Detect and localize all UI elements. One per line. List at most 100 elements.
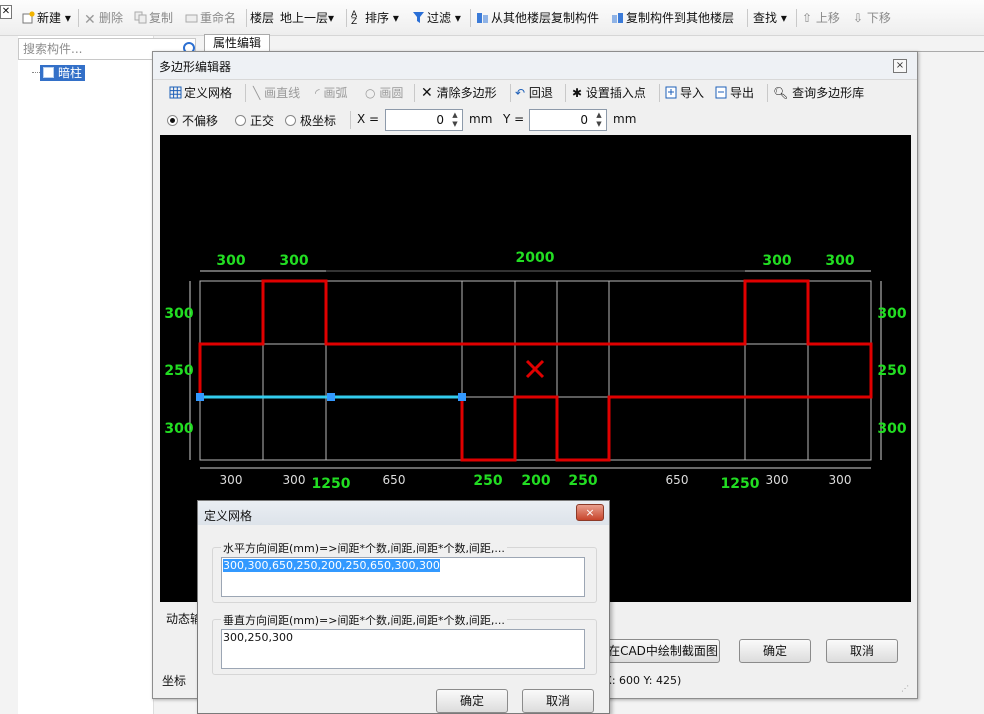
separator xyxy=(659,84,660,102)
vertex-handle[interactable] xyxy=(196,393,204,401)
spinner-arrows-icon[interactable]: ▲ ▼ xyxy=(450,111,460,129)
dim-right-3: 300 xyxy=(877,421,906,437)
horizontal-spacing-input[interactable]: 300,300,650,250,200,250,650,300,300 xyxy=(221,557,585,597)
copy-button[interactable]: 复制 xyxy=(134,9,173,27)
resize-grip-icon[interactable]: ⋰ xyxy=(901,684,911,694)
radio-polar[interactable]: 极坐标 xyxy=(285,112,336,129)
dim-left-3: 300 xyxy=(164,421,193,437)
dim-left-1: 300 xyxy=(164,306,193,322)
editor-cancel-button[interactable]: 取消 xyxy=(826,639,898,663)
rename-button[interactable]: 重命名 xyxy=(185,9,236,27)
vertex-handle[interactable] xyxy=(327,393,335,401)
x-label: X = xyxy=(357,112,380,126)
y-input[interactable]: 0 ▲ ▼ xyxy=(529,109,607,131)
copy-icon xyxy=(134,11,147,24)
dim-left-2: 250 xyxy=(164,363,193,379)
separator xyxy=(246,9,247,27)
sort-icon: AZ xyxy=(351,10,358,27)
floor-select[interactable]: 地上一层▾ xyxy=(280,9,342,27)
dim-bottom-big-2: 250 xyxy=(473,473,502,489)
define-grid-button[interactable]: 定义网格 xyxy=(169,84,232,101)
new-icon xyxy=(22,11,35,24)
tree-item-anzhu[interactable]: 暗柱 xyxy=(40,65,86,81)
dialog-ok-button[interactable]: 确定 xyxy=(436,689,508,713)
dim-top-5: 300 xyxy=(825,253,854,269)
separator xyxy=(747,9,748,27)
grid-label-6: 300 xyxy=(829,473,852,487)
separator xyxy=(767,84,768,102)
query-polygon-library-button[interactable]: 🔍︎ 查询多边形库 xyxy=(773,84,864,101)
filter-button[interactable]: 过滤 ▾ xyxy=(412,9,461,27)
separator xyxy=(796,9,797,27)
delete-button[interactable]: ✕ 删除 xyxy=(84,9,123,27)
dim-top-2: 300 xyxy=(279,253,308,269)
dim-bottom-big-1: 1250 xyxy=(312,476,351,492)
magnifier-icon: 🔍︎ xyxy=(773,86,789,100)
x-unit: mm xyxy=(469,112,493,126)
options-row: 不偏移 正交 极坐标 X = 0 ▲ ▼ mm Y = 0 ▲ ▼ mm xyxy=(159,107,911,133)
clear-polygon-button[interactable]: ✕ 清除多边形 xyxy=(421,84,497,101)
separator xyxy=(78,9,79,27)
undo-button[interactable]: ↶ 回退 xyxy=(515,84,553,101)
sort-button[interactable]: A Z 排序 ▾ xyxy=(351,9,399,27)
tab-property-edit[interactable]: 属性编辑 xyxy=(204,34,270,52)
y-label: Y = xyxy=(503,112,525,126)
x-input[interactable]: 0 ▲ ▼ xyxy=(385,109,463,131)
main-toolbar: ✕ 新建 ▾ ✕ 删除 复制 重命名 楼层 地上一层▾ A Z 排序 ▾ 过滤 ▾ 从… xyxy=(0,0,984,36)
horizontal-spacing-label: 水平方向间距(mm)=>间距*个数,间距,间距*个数,间距,... xyxy=(221,540,507,556)
tree-connector xyxy=(32,72,40,73)
component-list-panel xyxy=(18,36,154,714)
radio-icon xyxy=(235,115,246,126)
grid-label-5: 300 xyxy=(766,473,789,487)
arrow-up-icon: ⇧ xyxy=(802,11,813,25)
export-icon xyxy=(715,86,728,99)
rename-icon xyxy=(185,11,198,24)
dim-right-1: 300 xyxy=(877,306,906,322)
editor-close-button[interactable]: × xyxy=(893,59,907,73)
dialog-title-bar: 定义网格 × xyxy=(198,501,609,525)
editor-ok-button[interactable]: 确定 xyxy=(739,639,811,663)
vertical-spacing-input[interactable]: 300,250,300 xyxy=(221,629,585,669)
undo-icon: ↶ xyxy=(515,86,526,100)
y-unit: mm xyxy=(613,112,637,126)
copy-to-floor-icon xyxy=(611,11,624,24)
editor-title: 多边形编辑器 xyxy=(159,60,232,74)
column-icon xyxy=(43,67,54,78)
copy-from-floor-button[interactable]: 从其他楼层复制构件 xyxy=(476,9,599,27)
new-button[interactable]: 新建 ▾ xyxy=(22,9,71,27)
insert-point-button[interactable]: ✱ 设置插入点 xyxy=(572,84,646,101)
copy-from-floor-icon xyxy=(476,11,489,24)
spinner-arrows-icon[interactable]: ▲ ▼ xyxy=(594,111,604,129)
line-icon: ╲ xyxy=(253,86,261,100)
insert-point-marker xyxy=(525,359,545,379)
draw-line-button[interactable]: ╲ 画直线 xyxy=(253,84,300,101)
dim-bottom-big-3: 200 xyxy=(521,473,550,489)
filter-icon xyxy=(412,11,425,24)
export-button[interactable]: 导出 xyxy=(715,84,754,101)
separator xyxy=(470,9,471,27)
import-button[interactable]: 导入 xyxy=(665,84,704,101)
draw-circle-button[interactable]: ○ 画圆 xyxy=(365,84,403,101)
move-up-button[interactable]: ⇧ 上移 xyxy=(802,9,840,27)
draw-arc-button[interactable]: ◜ 画弧 xyxy=(315,84,348,101)
find-button[interactable]: 查找 ▾ xyxy=(753,9,787,27)
delete-icon: ✕ xyxy=(84,12,96,28)
editor-title-bar: 多边形编辑器 × xyxy=(153,52,917,80)
separator xyxy=(350,111,351,129)
vertex-handle[interactable] xyxy=(458,393,466,401)
radio-no-offset[interactable]: 不偏移 xyxy=(167,112,218,129)
define-grid-dialog: 定义网格 × 水平方向间距(mm)=>间距*个数,间距,间距*个数,间距,...… xyxy=(197,500,610,714)
move-down-button[interactable]: ⇩ 下移 xyxy=(853,9,891,27)
floor-label: 楼层 xyxy=(250,11,275,25)
dialog-cancel-button[interactable]: 取消 xyxy=(522,689,594,713)
grid-icon xyxy=(169,86,182,99)
draw-in-cad-button[interactable]: 在CAD中绘制截面图 xyxy=(606,639,720,663)
dialog-close-button[interactable]: × xyxy=(576,504,604,521)
coordinate-label: 坐标 xyxy=(162,674,187,688)
radio-orthogonal[interactable]: 正交 xyxy=(235,112,274,129)
dialog-title: 定义网格 xyxy=(204,509,253,523)
vertical-spacing-label: 垂直方向间距(mm)=>间距*个数,间距,间距*个数,间距,... xyxy=(221,612,507,628)
coordinate-readout: (X: 600 Y: 425) xyxy=(600,674,682,687)
copy-to-floor-button[interactable]: 复制构件到其他楼层 xyxy=(611,9,734,27)
close-panel-icon[interactable]: ✕ xyxy=(0,5,12,19)
